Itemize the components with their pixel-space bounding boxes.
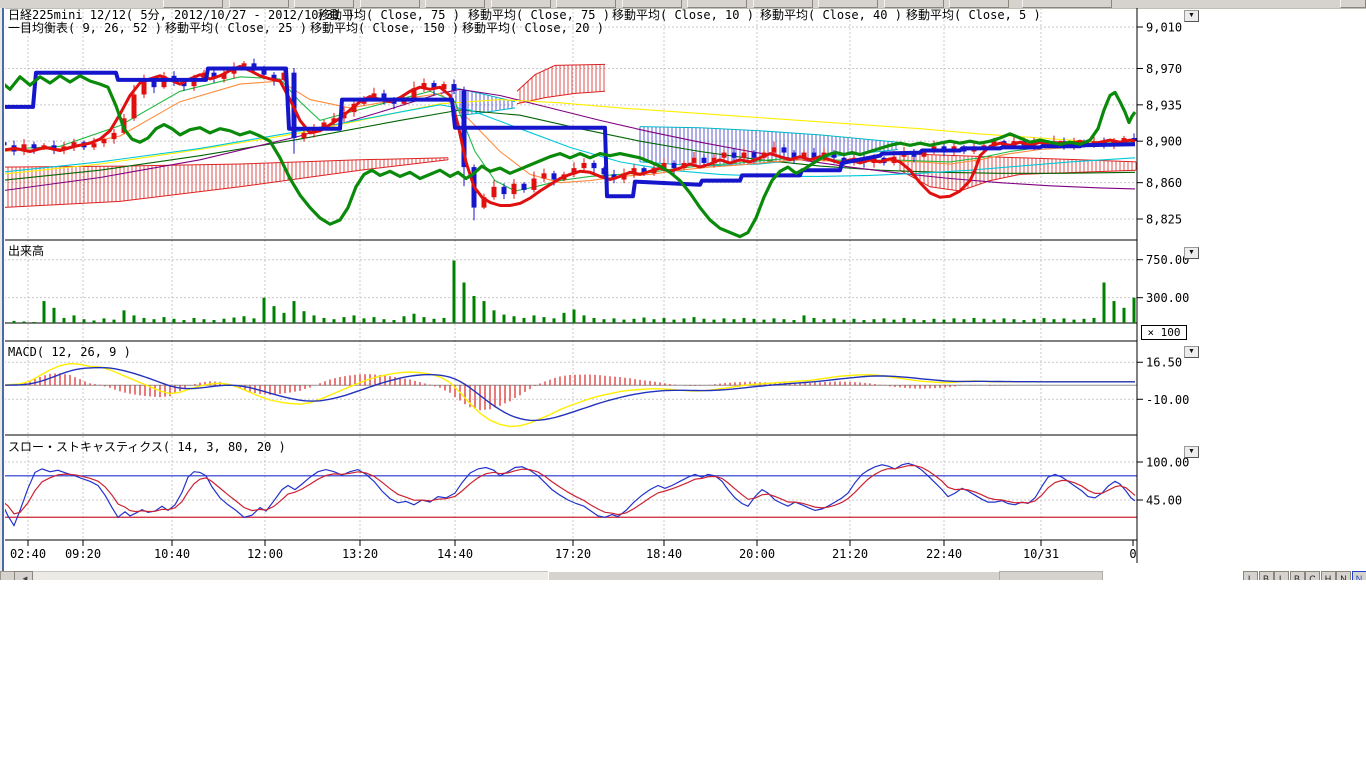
svg-text:0: 0 xyxy=(1129,547,1136,561)
svg-text:12:00: 12:00 xyxy=(247,547,283,561)
svg-text:8,935: 8,935 xyxy=(1146,98,1182,112)
window-left-border xyxy=(0,8,5,572)
svg-text:-10.00: -10.00 xyxy=(1146,393,1189,407)
svg-text:02:40: 02:40 xyxy=(10,547,46,561)
scrollbar-left-arrow-button[interactable]: ◄ xyxy=(14,571,33,580)
svg-text:10:40: 10:40 xyxy=(154,547,190,561)
svg-text:10/31: 10/31 xyxy=(1023,547,1059,561)
mini-toolbar-button[interactable]: N xyxy=(1352,571,1366,580)
mini-toolbar-button[interactable]: L xyxy=(1243,571,1258,580)
svg-text:8,825: 8,825 xyxy=(1146,212,1182,226)
svg-text:300.00: 300.00 xyxy=(1146,291,1189,305)
mini-toolbar-button[interactable]: B xyxy=(1259,571,1274,580)
scrollbar-corner xyxy=(0,571,15,580)
svg-text:8,900: 8,900 xyxy=(1146,135,1182,149)
triangle-down-icon: ▼ xyxy=(1185,447,1198,457)
volume-multiplier-badge: × 100 xyxy=(1141,325,1187,340)
svg-text:17:20: 17:20 xyxy=(555,547,591,561)
svg-text:9,010: 9,010 xyxy=(1146,21,1182,35)
svg-text:16.50: 16.50 xyxy=(1146,356,1182,370)
chart-canvas: 9,010 8,970 8,935 8,900 8,860 8,825 750.00 300.… xyxy=(0,0,1366,571)
panel-dropdown-button-stochastics[interactable]: ▼ xyxy=(1184,446,1199,458)
scrollbar-track[interactable] xyxy=(33,571,548,580)
svg-text:09:20: 09:20 xyxy=(65,547,101,561)
svg-text:100.00: 100.00 xyxy=(1146,456,1189,470)
svg-text:14:40: 14:40 xyxy=(437,547,473,561)
svg-text:22:40: 22:40 xyxy=(926,547,962,561)
chart-application-window: 9,010 8,970 8,935 8,900 8,860 8,825 750.00 300.… xyxy=(0,0,1366,580)
mini-toolbar-button[interactable]: N xyxy=(1336,571,1351,580)
svg-text:21:20: 21:20 xyxy=(832,547,868,561)
scrollbar-right-section xyxy=(999,571,1103,580)
svg-text:8,970: 8,970 xyxy=(1146,62,1182,76)
svg-text:45.00: 45.00 xyxy=(1146,494,1182,508)
panel-dropdown-button-macd[interactable]: ▼ xyxy=(1184,346,1199,358)
mini-toolbar-button[interactable]: C xyxy=(1305,571,1320,580)
triangle-down-icon: ▼ xyxy=(1185,11,1198,21)
panel-dropdown-button-volume[interactable]: ▼ xyxy=(1184,247,1199,259)
arrow-left-icon: ◄ xyxy=(21,574,29,580)
scrollbar-thumb[interactable] xyxy=(548,571,1000,580)
svg-text:8,860: 8,860 xyxy=(1146,176,1182,190)
mini-toolbar-button[interactable]: L xyxy=(1274,571,1289,580)
svg-text:18:40: 18:40 xyxy=(646,547,682,561)
svg-text:20:00: 20:00 xyxy=(739,547,775,561)
mini-toolbar-button[interactable]: H xyxy=(1321,571,1336,580)
triangle-down-icon: ▼ xyxy=(1185,248,1198,258)
mini-toolbar-button[interactable]: B xyxy=(1290,571,1305,580)
triangle-down-icon: ▼ xyxy=(1185,347,1198,357)
screen: 9,010 8,970 8,935 8,900 8,860 8,825 750.00 300.… xyxy=(0,0,1366,768)
svg-text:750.00: 750.00 xyxy=(1146,253,1189,267)
svg-text:13:20: 13:20 xyxy=(342,547,378,561)
panel-dropdown-button-price[interactable]: ▼ xyxy=(1184,10,1199,22)
